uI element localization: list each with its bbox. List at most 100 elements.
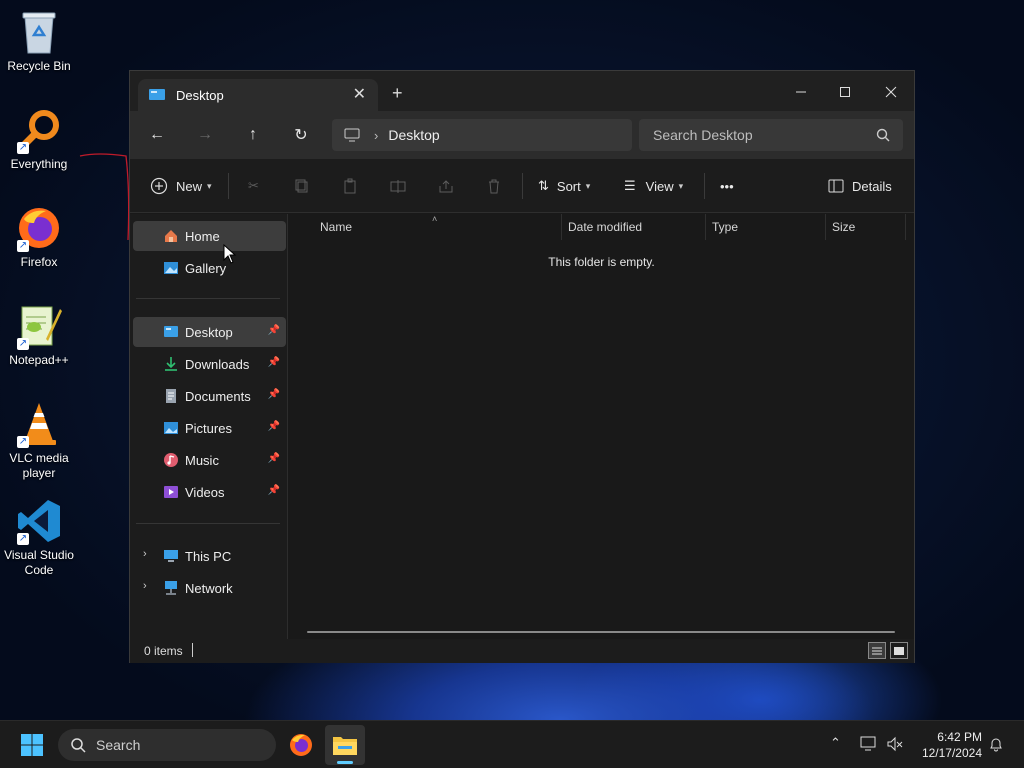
address-bar[interactable]: › Desktop: [332, 119, 632, 151]
forward-button[interactable]: →: [190, 121, 220, 149]
up-button[interactable]: ↑: [238, 121, 268, 149]
sort-arrows-icon: ⇅: [538, 178, 549, 193]
tiles-view-icon: [894, 646, 904, 655]
details-view-button[interactable]: [868, 642, 886, 659]
sidebar-item-pictures[interactable]: Pictures 📌: [133, 413, 286, 443]
sidebar-item-label: Videos: [185, 484, 225, 500]
bell-icon: [990, 738, 1002, 752]
copy-button[interactable]: [294, 171, 310, 201]
gallery-icon: [164, 262, 178, 274]
share-button[interactable]: [438, 171, 454, 201]
column-header-name[interactable]: Name: [320, 214, 352, 240]
system-clock[interactable]: 6:42 PM 12/17/2024: [918, 729, 982, 761]
column-divider[interactable]: [561, 214, 562, 240]
desktop-icon-firefox[interactable]: ↗ Firefox: [0, 204, 78, 270]
navigation-bar: ← → ↑ ↻ › Desktop: [130, 111, 914, 159]
pin-icon[interactable]: 📌: [268, 421, 280, 432]
details-pane-button[interactable]: Details: [828, 171, 892, 201]
sort-button-label: Sort: [556, 178, 581, 194]
breadcrumb-desktop[interactable]: Desktop: [388, 127, 439, 143]
minimize-button[interactable]: [778, 77, 824, 107]
toolbar-divider: [522, 173, 523, 199]
new-tab-button[interactable]: +: [392, 83, 403, 104]
search-icon: [71, 738, 86, 753]
more-dots-icon: •••: [720, 178, 734, 194]
recycle-bin-icon: [15, 8, 63, 56]
column-divider[interactable]: [825, 214, 826, 240]
sidebar-item-documents[interactable]: Documents 📌: [133, 381, 286, 411]
close-tab-icon[interactable]: ✕: [353, 84, 366, 104]
network-status-button[interactable]: [860, 736, 878, 755]
desktop-icon-vlc[interactable]: ↗ VLC media player: [0, 400, 78, 481]
chevron-right-icon[interactable]: ›: [143, 580, 147, 592]
pin-icon[interactable]: 📌: [268, 325, 280, 336]
rename-icon: [390, 180, 406, 193]
taskbar-app-firefox[interactable]: [281, 725, 321, 765]
view-button[interactable]: ☰ View ▾: [624, 171, 683, 201]
taskbar-search-box[interactable]: Search: [58, 729, 276, 761]
sidebar-item-downloads[interactable]: Downloads 📌: [133, 349, 286, 379]
taskbar-search-label: Search: [96, 737, 141, 753]
sidebar-item-home[interactable]: Home: [133, 221, 286, 251]
desktop-icon-everything[interactable]: ↗ Everything: [0, 106, 78, 172]
see-more-button[interactable]: •••: [720, 171, 734, 201]
sidebar-item-gallery[interactable]: Gallery: [133, 253, 286, 283]
column-header-size[interactable]: Size: [832, 214, 855, 240]
large-icons-view-button[interactable]: [890, 642, 908, 659]
taskbar-app-file-explorer[interactable]: [325, 725, 365, 765]
desktop-icon-notepad-plus-plus[interactable]: ↗ Notepad++: [0, 302, 78, 368]
sidebar-item-music[interactable]: Music 📌: [133, 445, 286, 475]
trash-icon: [489, 179, 499, 194]
cut-button[interactable]: ✂: [248, 171, 259, 201]
sidebar-divider: [136, 523, 280, 524]
show-hidden-icons-button[interactable]: ⌃: [830, 735, 841, 751]
sidebar-item-videos[interactable]: Videos 📌: [133, 477, 286, 507]
desktop-icon-vscode[interactable]: ↗ Visual Studio Code: [0, 497, 78, 578]
new-button[interactable]: New ▾: [150, 171, 212, 201]
sidebar-item-desktop[interactable]: Desktop 📌: [133, 317, 286, 347]
rename-button[interactable]: [390, 171, 406, 201]
column-divider[interactable]: [905, 214, 906, 240]
desktop-icon-recycle-bin[interactable]: Recycle Bin: [0, 8, 78, 74]
title-bar[interactable]: Desktop ✕ +: [130, 71, 914, 111]
sidebar-item-label: Downloads: [185, 356, 250, 372]
column-header-type[interactable]: Type: [712, 214, 738, 240]
file-explorer-window[interactable]: Desktop ✕ + ← → ↑ ↻ › Desktop Search Des…: [129, 70, 915, 663]
chevron-right-icon[interactable]: ›: [143, 548, 147, 560]
volume-muted-button[interactable]: [886, 736, 904, 755]
tab-desktop[interactable]: Desktop ✕: [138, 79, 378, 111]
sidebar-item-this-pc[interactable]: › This PC: [133, 541, 286, 571]
pin-icon[interactable]: 📌: [268, 389, 280, 400]
chevron-right-icon[interactable]: ›: [374, 128, 378, 143]
paste-button[interactable]: [342, 171, 358, 201]
pin-icon[interactable]: 📌: [268, 453, 280, 464]
file-explorer-folder-icon: [333, 737, 357, 755]
close-icon: [885, 86, 897, 98]
monitor-icon: [344, 128, 360, 142]
shortcut-arrow-icon: ↗: [17, 142, 29, 154]
refresh-button[interactable]: ↻: [286, 121, 316, 149]
home-icon: [165, 230, 177, 242]
view-lines-icon: ☰: [624, 178, 636, 193]
column-header-date-modified[interactable]: Date modified: [568, 214, 642, 240]
sidebar-item-network[interactable]: › Network: [133, 573, 286, 603]
start-button[interactable]: [12, 725, 52, 765]
search-icon[interactable]: [876, 128, 890, 142]
close-window-button[interactable]: [868, 77, 914, 107]
sort-button[interactable]: ⇅ Sort ▾: [538, 171, 590, 201]
pin-icon[interactable]: 📌: [268, 485, 280, 496]
shortcut-arrow-icon: ↗: [17, 240, 29, 252]
details-pane-icon: [828, 179, 844, 193]
column-divider[interactable]: [705, 214, 706, 240]
notifications-button[interactable]: [988, 736, 1004, 755]
horizontal-scrollbar[interactable]: [307, 631, 895, 633]
pin-icon[interactable]: 📌: [268, 357, 280, 368]
empty-folder-message: This folder is empty.: [548, 255, 655, 269]
file-list[interactable]: Name ˄ Date modified Type Size This fold…: [289, 214, 914, 639]
sidebar-item-label: Documents: [185, 388, 251, 404]
desktop-folder-icon: [149, 89, 165, 100]
search-input[interactable]: [639, 119, 903, 151]
maximize-button[interactable]: [822, 77, 868, 107]
delete-button[interactable]: [486, 171, 502, 201]
back-button[interactable]: ←: [142, 121, 172, 149]
